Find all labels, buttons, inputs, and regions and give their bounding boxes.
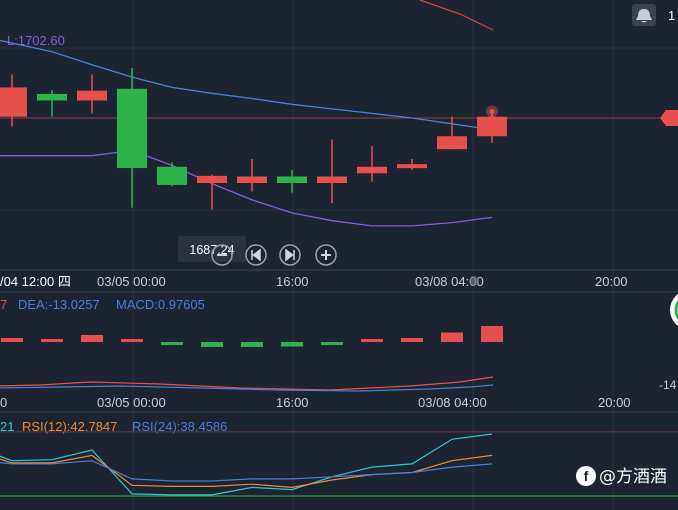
macd-bar <box>161 342 183 345</box>
candle-body <box>117 88 147 169</box>
macd-bar <box>1 338 23 342</box>
watermark-text: @方酒酒 <box>599 467 667 487</box>
price-dot <box>489 109 495 114</box>
macd-bar <box>81 335 103 342</box>
candle-body <box>477 116 507 137</box>
x-tick-label: /04 12:00 四 <box>0 274 71 289</box>
macd-bar <box>241 342 263 347</box>
macd-bar <box>201 342 223 347</box>
bell-button[interactable] <box>632 4 656 26</box>
macd-value-label: MACD:0.97605 <box>116 297 205 312</box>
x-tick-label: 16:00 <box>276 395 309 410</box>
low-price-label: L:1702.60 <box>7 33 65 48</box>
candle-body <box>397 164 427 169</box>
macd-bar <box>401 338 423 342</box>
brand-logo-glyph: f <box>584 468 589 484</box>
time-marker-dot <box>469 276 479 286</box>
candle-body <box>437 136 467 150</box>
macd-bar <box>481 326 503 342</box>
candle-body <box>317 176 347 183</box>
candle-body <box>277 176 307 183</box>
candle-body <box>77 90 107 101</box>
macd-bar <box>361 339 383 342</box>
macd-dea-label: DEA:-13.0257 <box>18 297 100 312</box>
x-tick-label: 03/05 00:00 <box>97 395 166 410</box>
macd-axis-label: -14 <box>659 378 677 392</box>
candle-body <box>197 175 227 183</box>
candle-body <box>0 87 27 117</box>
macd-bar <box>441 332 463 342</box>
x-tick-label: 16:00 <box>276 274 309 289</box>
candle-body <box>37 93 67 101</box>
chart-canvas: L:1702.60 1 1687.24 /04 12:00 四 03/05 00… <box>0 0 678 510</box>
notification-count: 1 <box>668 8 675 23</box>
macd-dif-label: 7 <box>0 297 7 312</box>
macd-bar <box>121 339 143 342</box>
candle-body <box>157 166 187 185</box>
macd-bar <box>321 342 343 345</box>
macd-bar <box>41 339 63 342</box>
candle-body <box>357 166 387 174</box>
x-tick-label: 20:00 <box>595 274 628 289</box>
x-tick-label: 03/05 00:00 <box>97 274 166 289</box>
candle-body <box>237 176 267 183</box>
x-tick-label: 0 <box>0 395 7 410</box>
x-tick-label: 03/08 04:00 <box>418 395 487 410</box>
macd-bar <box>281 342 303 347</box>
x-tick-label: 20:00 <box>598 395 631 410</box>
watermark: f @方酒酒 <box>576 466 667 487</box>
